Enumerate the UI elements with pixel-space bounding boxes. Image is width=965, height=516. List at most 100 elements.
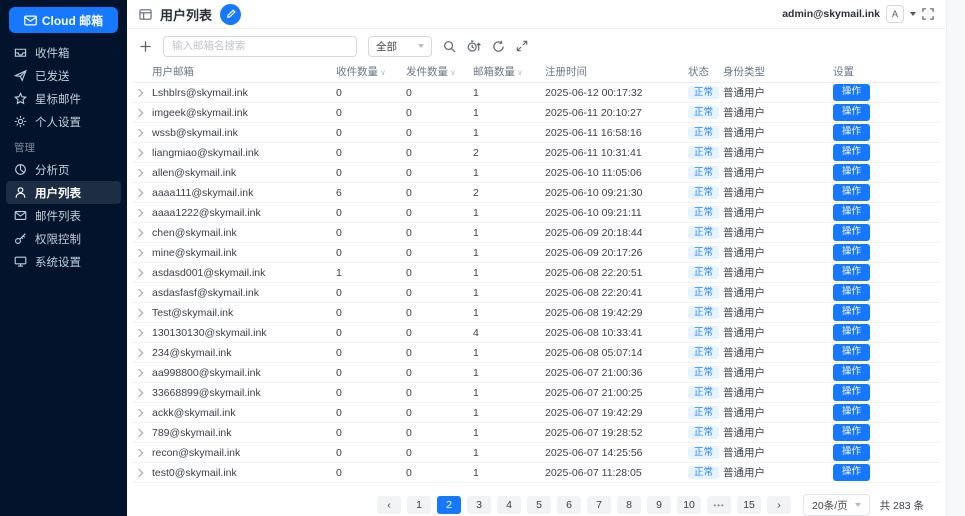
pagination-ellipsis[interactable]: ••• (707, 496, 732, 514)
row-action-button[interactable]: 操作 (833, 144, 871, 161)
row-action-button[interactable]: 操作 (833, 384, 871, 401)
row-action-button[interactable]: 操作 (833, 124, 871, 141)
row-action-button[interactable]: 操作 (833, 204, 871, 221)
row-action-button[interactable]: 操作 (833, 364, 871, 381)
row-action-button[interactable]: 操作 (833, 424, 871, 441)
pagination-prev[interactable]: ‹ (377, 496, 402, 514)
table-row[interactable]: Test@skymail.ink 0 0 1 2025-06-08 19:42:29 正常… (133, 302, 940, 323)
pagination-page-15[interactable]: 15 (737, 496, 762, 514)
table-row[interactable]: aaaa1222@skymail.ink 0 0 1 2025-06-10 09:21:… (133, 202, 940, 223)
collapse-sidebar-icon[interactable] (139, 8, 152, 21)
filter-select[interactable]: 全部 (368, 35, 432, 57)
row-action-button[interactable]: 操作 (833, 444, 871, 461)
timer-icon[interactable] (467, 40, 481, 53)
pagination-page-10[interactable]: 10 (677, 496, 702, 514)
row-expand-icon[interactable] (134, 428, 144, 437)
row-action-button[interactable]: 操作 (833, 244, 871, 261)
search-icon[interactable] (443, 40, 456, 53)
table-row[interactable]: ackk@skymail.ink 0 0 1 2025-06-07 19:42:29 正常… (133, 402, 940, 423)
table-row[interactable]: 234@skymail.ink 0 0 1 2025-06-08 05:07:14 正常普… (133, 342, 940, 363)
row-expand-icon[interactable] (134, 168, 144, 177)
row-expand-icon[interactable] (134, 148, 144, 157)
pagination-page-2[interactable]: 2 (437, 496, 462, 514)
pagination-page-6[interactable]: 6 (557, 496, 582, 514)
row-action-button[interactable]: 操作 (833, 464, 871, 481)
sidebar-item-starred[interactable]: 星标邮件 (6, 87, 121, 110)
table-row[interactable]: asdasd001@skymail.ink 1 0 1 2025-06-08 22:20… (133, 262, 940, 283)
pagination-page-5[interactable]: 5 (527, 496, 552, 514)
row-expand-icon[interactable] (134, 348, 144, 357)
caret-down-icon[interactable] (910, 12, 916, 16)
row-action-button[interactable]: 操作 (833, 164, 871, 181)
sort-caret-icon[interactable]: ∨ (380, 68, 386, 77)
row-expand-icon[interactable] (134, 228, 144, 237)
row-expand-icon[interactable] (134, 208, 144, 217)
row-expand-icon[interactable] (134, 368, 144, 377)
column-header-sent[interactable]: 发件数量 ∨ (403, 61, 470, 83)
row-expand-icon[interactable] (134, 408, 144, 417)
table-row[interactable]: aaaa111@skymail.ink 6 0 2 2025-06-10 09:21:3… (133, 182, 940, 203)
pagination-page-3[interactable]: 3 (467, 496, 492, 514)
row-action-button[interactable]: 操作 (833, 404, 871, 421)
row-expand-icon[interactable] (134, 88, 144, 97)
row-action-button[interactable]: 操作 (833, 284, 871, 301)
pagination-page-1[interactable]: 1 (407, 496, 432, 514)
sidebar-item-system-settings[interactable]: 系统设置 (6, 250, 121, 273)
table-row[interactable]: asdasfasf@skymail.ink 0 0 1 2025-06-08 22:20… (133, 282, 940, 303)
sidebar-item-personal-settings[interactable]: 个人设置 (6, 110, 121, 133)
pagination-page-9[interactable]: 9 (647, 496, 672, 514)
row-action-button[interactable]: 操作 (833, 324, 871, 341)
pagination-page-4[interactable]: 4 (497, 496, 522, 514)
pagination-page-8[interactable]: 8 (617, 496, 642, 514)
row-action-button[interactable]: 操作 (833, 304, 871, 321)
row-expand-icon[interactable] (134, 388, 144, 397)
column-header-received[interactable]: 收件数量 ∨ (333, 61, 403, 83)
sidebar-item-sent[interactable]: 已发送 (6, 64, 121, 87)
pagination-page-7[interactable]: 7 (587, 496, 612, 514)
page-size-select[interactable]: 20条/页 (803, 494, 870, 516)
table-row[interactable]: test0@skymail.ink 0 0 1 2025-06-07 11:28:05 正… (133, 462, 940, 483)
table-row[interactable]: liangmiao@skymail.ink 0 0 2 2025-06-11 10:31… (133, 142, 940, 163)
table-row[interactable]: recon@skymail.ink 0 0 1 2025-06-07 14:25:56 正… (133, 442, 940, 463)
row-expand-icon[interactable] (134, 468, 144, 477)
table-row[interactable]: aa998800@skymail.ink 0 0 1 2025-06-07 21:00:… (133, 362, 940, 383)
search-input[interactable] (163, 35, 357, 57)
row-action-button[interactable]: 操作 (833, 264, 871, 281)
table-row[interactable]: mine@skymail.ink 0 0 1 2025-06-09 20:17:26 正常… (133, 242, 940, 263)
row-expand-icon[interactable] (134, 288, 144, 297)
plus-icon[interactable] (139, 40, 152, 53)
sort-caret-icon[interactable]: ∨ (517, 68, 523, 77)
table-row[interactable]: Lshblrs@skymail.ink 0 0 1 2025-06-12 00:17:3… (133, 82, 940, 103)
pagination-next[interactable]: › (767, 496, 792, 514)
row-action-button[interactable]: 操作 (833, 84, 871, 101)
avatar[interactable]: A (886, 5, 904, 23)
row-expand-icon[interactable] (134, 248, 144, 257)
table-row[interactable]: wssb@skymail.ink 0 0 1 2025-06-11 16:58:16 正常… (133, 122, 940, 143)
sidebar-item-user-list[interactable]: 用户列表 (6, 181, 121, 204)
row-action-button[interactable]: 操作 (833, 104, 871, 121)
table-row[interactable]: allen@skymail.ink 0 0 1 2025-06-10 11:05:06 正… (133, 162, 940, 183)
table-row[interactable]: chen@skymail.ink 0 0 1 2025-06-09 20:18:44 正常… (133, 222, 940, 243)
table-row[interactable]: 33668899@skymail.ink 0 0 1 2025-06-07 21:00:… (133, 382, 940, 403)
column-header-boxes[interactable]: 邮箱数量 ∨ (470, 61, 542, 83)
row-expand-icon[interactable] (134, 128, 144, 137)
refresh-icon[interactable] (492, 40, 505, 53)
expand-icon[interactable] (516, 40, 528, 52)
row-expand-icon[interactable] (134, 308, 144, 317)
sidebar-item-permissions[interactable]: 权限控制 (6, 227, 121, 250)
row-action-button[interactable]: 操作 (833, 344, 871, 361)
table-row[interactable]: imgeek@skymail.ink 0 0 1 2025-06-11 20:10:27… (133, 102, 940, 123)
logo-button[interactable]: Cloud 邮箱 (9, 7, 118, 33)
sidebar-item-analytics[interactable]: 分析页 (6, 158, 121, 181)
table-row[interactable]: 130130130@skymail.ink 0 0 4 2025-06-08 10:33… (133, 322, 940, 343)
sort-caret-icon[interactable]: ∨ (450, 68, 456, 77)
fullscreen-icon[interactable] (922, 8, 934, 20)
row-expand-icon[interactable] (134, 448, 144, 457)
row-action-button[interactable]: 操作 (833, 224, 871, 241)
row-action-button[interactable]: 操作 (833, 184, 871, 201)
edit-title-button[interactable] (220, 3, 242, 25)
row-expand-icon[interactable] (134, 188, 144, 197)
row-expand-icon[interactable] (134, 268, 144, 277)
row-expand-icon[interactable] (134, 328, 144, 337)
table-row[interactable]: 789@skymail.ink 0 0 1 2025-06-07 19:28:52 正常普… (133, 422, 940, 443)
